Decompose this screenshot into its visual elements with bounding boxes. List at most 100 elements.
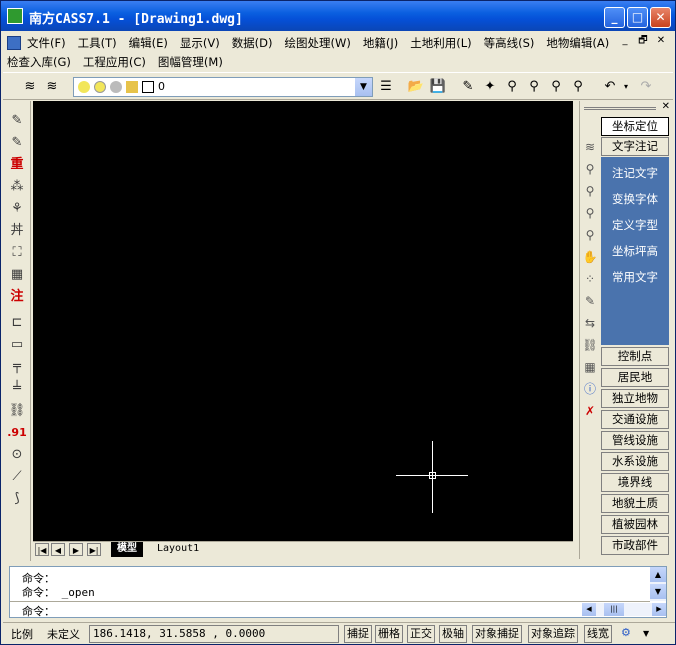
pen-icon[interactable]: ✎ bbox=[582, 293, 598, 309]
residence-button[interactable]: 居民地 bbox=[601, 368, 669, 387]
independent-feature-button[interactable]: 独立地物 bbox=[601, 389, 669, 408]
tool-wall-icon[interactable]: ╧ bbox=[7, 379, 27, 399]
scroll-left-icon[interactable]: ◀ bbox=[582, 603, 596, 616]
control-point-button[interactable]: 控制点 bbox=[601, 347, 669, 366]
zoom-extents-icon[interactable]: ⚲ bbox=[547, 78, 565, 96]
info-icon[interactable]: ⓘ bbox=[582, 381, 598, 397]
maximize-button[interactable]: □ bbox=[627, 7, 648, 28]
undo-dropdown-icon[interactable]: ▾ bbox=[617, 78, 635, 96]
scale-value[interactable]: 未定义 bbox=[47, 626, 80, 642]
minimize-button[interactable]: _ bbox=[604, 7, 625, 28]
tool-text-icon[interactable]: ✎ bbox=[7, 111, 27, 131]
menu-sheet-manage[interactable]: 图幅管理(M) bbox=[158, 54, 223, 70]
redo-icon[interactable]: ↷ bbox=[637, 78, 655, 96]
command-hscrollbar[interactable]: ◀ ||| ▶ bbox=[582, 603, 666, 616]
first-tab-icon[interactable]: |◀ bbox=[35, 543, 49, 556]
status-menu-chevron-icon[interactable]: ▼ bbox=[643, 629, 649, 638]
text-annotation-button[interactable]: 文字注记 bbox=[601, 137, 669, 156]
delete-icon[interactable]: ✗ bbox=[582, 403, 598, 419]
tool-annotate-icon[interactable]: 注 bbox=[7, 287, 27, 307]
menu-engineering[interactable]: 工程应用(C) bbox=[83, 54, 146, 70]
otrack-toggle[interactable]: 对象追踪 bbox=[528, 625, 578, 643]
municipal-parts-button[interactable]: 市政部件 bbox=[601, 536, 669, 555]
tool-curve-icon[interactable]: ⟆ bbox=[7, 489, 27, 509]
menu-edit[interactable]: 编辑(E) bbox=[129, 35, 168, 51]
mdi-close-button[interactable]: ✕ bbox=[653, 34, 669, 48]
list-item[interactable]: 坐标坪高 bbox=[601, 243, 669, 259]
tool-step-icon[interactable]: ⊏ bbox=[7, 313, 27, 333]
grid-toggle[interactable]: 栅格 bbox=[375, 625, 403, 643]
tool-fence-icon[interactable]: ╤ bbox=[7, 357, 27, 377]
tool-redraw-icon[interactable]: 重 bbox=[7, 155, 27, 175]
zoom-in-icon[interactable]: ⚲ bbox=[582, 205, 598, 221]
layer-previous-icon[interactable]: ≋ bbox=[43, 78, 61, 96]
lineweight-toggle[interactable]: 线宽 bbox=[584, 625, 612, 643]
tool-control-point-icon[interactable]: ⊙ bbox=[7, 445, 27, 465]
pipeline-facility-button[interactable]: 管线设施 bbox=[601, 431, 669, 450]
pan-icon[interactable]: ✋ bbox=[582, 249, 598, 265]
edit-feature-icon[interactable]: ✦ bbox=[481, 78, 499, 96]
scroll-up-icon[interactable]: ▲ bbox=[650, 567, 666, 582]
coordinate-locate-button[interactable]: 坐标定位 bbox=[601, 117, 669, 136]
snap-toggle[interactable]: 捕捉 bbox=[344, 625, 372, 643]
command-scrollbar[interactable]: ▲ ▼ bbox=[650, 567, 666, 601]
drawing-canvas[interactable] bbox=[33, 101, 573, 541]
app-icon[interactable] bbox=[7, 8, 23, 24]
water-system-button[interactable]: 水系设施 bbox=[601, 452, 669, 471]
scroll-down-icon[interactable]: ▼ bbox=[650, 584, 666, 599]
boundary-line-button[interactable]: 境界线 bbox=[601, 473, 669, 492]
prev-tab-icon[interactable]: ◀ bbox=[51, 543, 65, 556]
layers-icon[interactable]: ≋ bbox=[582, 139, 598, 155]
zoom-out-icon[interactable]: ⚲ bbox=[582, 227, 598, 243]
tool-points-icon[interactable]: ⁂ bbox=[7, 177, 27, 197]
palette-close-icon[interactable]: ✕ bbox=[662, 101, 670, 112]
zoom-window-icon[interactable]: ⚲ bbox=[582, 183, 598, 199]
next-tab-icon[interactable]: ▶ bbox=[69, 543, 83, 556]
convert-icon[interactable]: ⇆ bbox=[582, 315, 598, 331]
menu-check-import[interactable]: 检查入库(G) bbox=[7, 54, 71, 70]
link-icon[interactable]: ⛓ bbox=[582, 337, 598, 353]
menu-draw[interactable]: 绘图处理(W) bbox=[285, 35, 351, 51]
tool-edit-icon[interactable]: ✎ bbox=[7, 133, 27, 153]
menu-file[interactable]: 文件(F) bbox=[27, 35, 66, 51]
last-tab-icon[interactable]: ▶| bbox=[87, 543, 101, 556]
list-item[interactable]: 定义字型 bbox=[601, 217, 669, 233]
zoom-window-icon[interactable]: ⚲ bbox=[525, 78, 543, 96]
open-folder-icon[interactable]: 📂 bbox=[407, 78, 425, 96]
vegetation-garden-button[interactable]: 植被园林 bbox=[601, 515, 669, 534]
tool-cliff-icon[interactable]: ⛓ bbox=[7, 401, 27, 421]
list-item[interactable]: 变换字体 bbox=[601, 191, 669, 207]
menu-contour[interactable]: 等高线(S) bbox=[484, 35, 535, 51]
menu-feature-edit[interactable]: 地物编辑(A) bbox=[546, 35, 609, 51]
traffic-facility-button[interactable]: 交通设施 bbox=[601, 410, 669, 429]
scroll-right-icon[interactable]: ▶ bbox=[652, 603, 666, 616]
scroll-thumb[interactable]: ||| bbox=[604, 603, 624, 616]
tool-frame-icon[interactable]: ⛶ bbox=[7, 243, 27, 263]
zoom-previous-icon[interactable]: ⚲ bbox=[569, 78, 587, 96]
menu-cadastre[interactable]: 地籍(J) bbox=[363, 35, 398, 51]
tool-line-icon[interactable]: ⟋ bbox=[7, 467, 27, 487]
mdi-minimize-button[interactable]: _ bbox=[617, 34, 633, 48]
list-item[interactable]: 常用文字 bbox=[601, 269, 669, 285]
coordinate-readout[interactable]: 186.1418, 31.5858 , 0.0000 bbox=[89, 625, 339, 643]
ortho-toggle[interactable]: 正交 bbox=[407, 625, 435, 643]
menu-view[interactable]: 显示(V) bbox=[180, 35, 220, 51]
tool-camera-icon[interactable]: ⚘ bbox=[7, 199, 27, 219]
zoom-realtime-icon[interactable]: ⚲ bbox=[503, 78, 521, 96]
palette-grip[interactable] bbox=[584, 107, 656, 110]
landform-soil-button[interactable]: 地貌土质 bbox=[601, 494, 669, 513]
tool-symbol-icon[interactable]: 丼 bbox=[7, 221, 27, 241]
save-icon[interactable]: 💾 bbox=[429, 78, 447, 96]
polar-toggle[interactable]: 极轴 bbox=[439, 625, 467, 643]
tool-rectangle-icon[interactable]: ▭ bbox=[7, 335, 27, 355]
menu-tools[interactable]: 工具(T) bbox=[78, 35, 117, 51]
tool-ruler-icon[interactable]: ▦ bbox=[7, 265, 27, 285]
zoom-icon[interactable]: ⚲ bbox=[582, 161, 598, 177]
table-icon[interactable]: ▦ bbox=[582, 359, 598, 375]
osnap-toggle[interactable]: 对象捕捉 bbox=[472, 625, 522, 643]
pencil-icon[interactable]: ✎ bbox=[459, 78, 477, 96]
tray-settings-icon[interactable]: ⚙ bbox=[621, 626, 631, 639]
linetype-icon[interactable]: ☰ bbox=[377, 78, 395, 96]
menu-data[interactable]: 数据(D) bbox=[232, 35, 273, 51]
tab-layout1[interactable]: Layout1 bbox=[151, 542, 205, 557]
